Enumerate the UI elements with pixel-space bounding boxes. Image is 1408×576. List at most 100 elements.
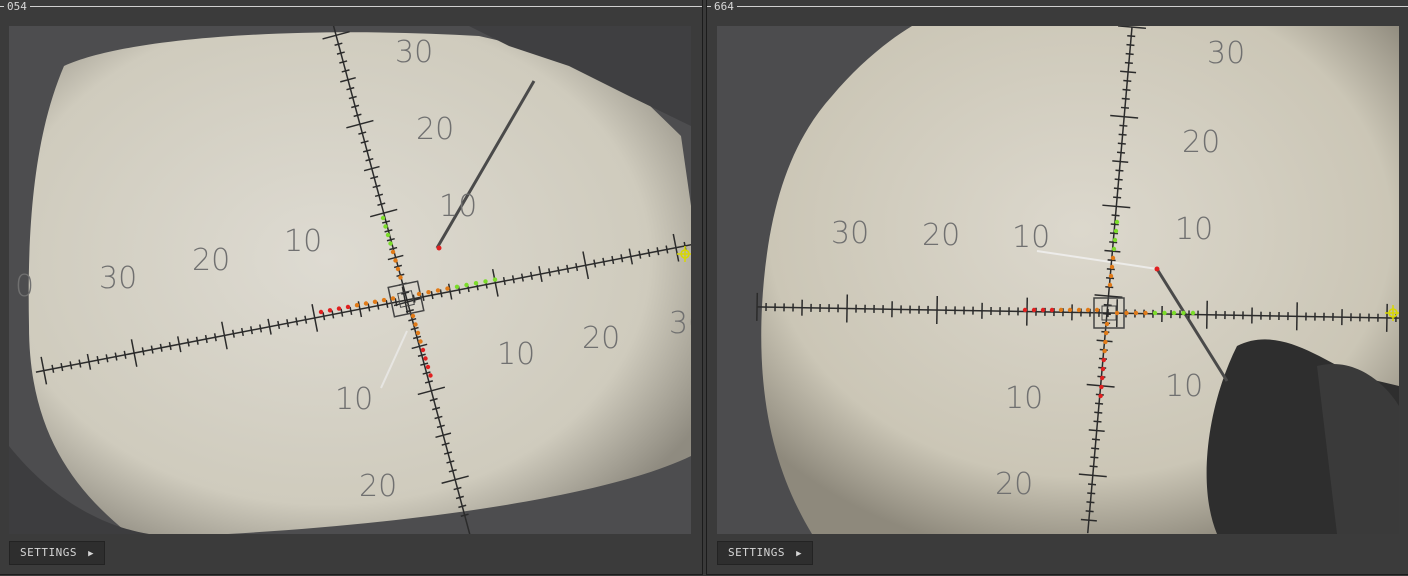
reticle-tick xyxy=(1127,34,1136,38)
marker-dot xyxy=(415,330,421,336)
reticle-tick xyxy=(1087,492,1096,495)
marker-dot xyxy=(1152,310,1158,316)
settings-label: SETTINGS xyxy=(20,546,77,559)
marker-dot xyxy=(1171,310,1177,316)
marker-dot xyxy=(1111,246,1117,252)
camera-panel-left: 054 30 20 10 10 20 3 30 20 10 10 20 0 SE… xyxy=(0,0,703,575)
marker-dot xyxy=(388,241,393,246)
marker-dot xyxy=(1133,310,1139,316)
marker-dot xyxy=(1103,339,1108,345)
reticle-tick xyxy=(1086,501,1095,504)
camera-panel-right: 664 30 20 10 10 30 20 10 10 20 SETTINGS … xyxy=(706,0,1408,575)
marker-dot xyxy=(380,215,386,221)
marker-dot xyxy=(473,281,479,286)
marker-dot xyxy=(1113,228,1119,234)
marker-dot xyxy=(385,232,391,238)
marker-dot xyxy=(445,286,450,291)
reticle-tick xyxy=(1120,106,1130,109)
marker-dot xyxy=(1099,384,1104,390)
marker-dot xyxy=(398,275,403,280)
panel-legend: 054 xyxy=(0,0,702,14)
marker-dot xyxy=(372,299,378,304)
marker-dot xyxy=(336,306,342,311)
camera-image-right: 30 20 10 10 30 20 10 10 20 10 xyxy=(717,26,1399,534)
marker-dot xyxy=(1112,237,1118,243)
marker-dot xyxy=(327,308,333,313)
marker-dot xyxy=(425,364,431,370)
reticle-tick xyxy=(1095,402,1104,405)
h-scale-label: 20 xyxy=(582,321,620,356)
v-scale-label: 10 xyxy=(1165,369,1203,404)
marker-dot xyxy=(393,258,398,263)
marker-dot xyxy=(390,249,396,255)
reticle-tick xyxy=(1121,97,1130,100)
marker-dot xyxy=(1124,310,1129,316)
marker-dot xyxy=(1114,310,1120,316)
marker-dot xyxy=(1104,321,1110,327)
h-scale-label: 20 xyxy=(922,218,960,253)
reticle-tick xyxy=(1117,142,1126,145)
marker-dot xyxy=(1143,310,1148,316)
h-scale-label: 10 xyxy=(284,224,322,259)
reticle-tick xyxy=(1122,88,1131,91)
marker-dot xyxy=(1107,282,1113,288)
reticle-tick xyxy=(1106,268,1115,271)
reticle-tick xyxy=(1123,79,1132,82)
panel-legend: 664 xyxy=(707,0,1408,14)
reticle-tick xyxy=(1126,43,1135,47)
reticle-tick xyxy=(1119,124,1128,127)
marker-dot xyxy=(1108,273,1114,279)
reticle-tick xyxy=(1094,411,1103,414)
marker-dot xyxy=(1102,348,1107,354)
reticle-tick xyxy=(1125,52,1134,56)
marker-dot xyxy=(1067,307,1073,313)
marker-dot xyxy=(354,303,360,308)
camera-id-label: 664 xyxy=(711,0,737,13)
reticle-tick xyxy=(1089,465,1098,468)
h-scale-label: 30 xyxy=(669,306,691,341)
edge-scale-label: 0 xyxy=(15,269,34,304)
marker-dot xyxy=(1100,366,1106,372)
reticle-tick xyxy=(1091,438,1100,441)
reticle-tick xyxy=(1114,178,1123,181)
marker-dot xyxy=(1101,357,1106,363)
camera-id-label: 054 xyxy=(4,0,30,13)
marker-dot xyxy=(381,297,387,303)
marker-dot xyxy=(1049,307,1055,313)
camera-view-left[interactable]: 30 20 10 10 20 30 30 20 10 10 20 0 xyxy=(9,26,691,534)
marker-dot xyxy=(418,339,423,344)
marker-dot xyxy=(1162,310,1167,316)
reticle-tick xyxy=(1102,312,1111,316)
marker-dot xyxy=(1114,219,1120,225)
camera-view-right[interactable]: 30 20 10 10 30 20 10 10 20 10 xyxy=(717,26,1399,534)
reticle-tick xyxy=(1111,214,1120,217)
marker-dot xyxy=(413,322,418,327)
marker-dot xyxy=(1110,255,1116,261)
marker-dot xyxy=(1109,264,1115,270)
h-scale-label: 10 xyxy=(1012,220,1050,255)
h-scale-label: 30 xyxy=(99,261,137,296)
marker-dot xyxy=(1094,307,1100,313)
play-arrow-icon: ▶ xyxy=(796,549,803,559)
marker-dot xyxy=(1022,307,1028,313)
marker-dot xyxy=(318,309,324,315)
v-scale-label: 10 xyxy=(1005,381,1043,416)
legend-rule xyxy=(0,6,702,7)
marker-dot xyxy=(435,288,441,293)
marker-dot xyxy=(483,279,488,284)
marker-dot xyxy=(416,291,422,297)
reticle-tick xyxy=(1093,420,1102,423)
reticle-tick xyxy=(1091,447,1100,450)
marker-dot xyxy=(1104,330,1109,336)
h-scale-label: 30 xyxy=(831,216,869,251)
settings-button[interactable]: SETTINGS ▶ xyxy=(717,541,814,565)
marker-dot xyxy=(1100,375,1105,381)
settings-label: SETTINGS xyxy=(728,546,785,559)
marker-dot xyxy=(363,301,369,306)
settings-button[interactable]: SETTINGS ▶ xyxy=(9,541,106,565)
marker-dot xyxy=(426,290,431,295)
marker-dot xyxy=(383,224,388,229)
reticle-tick xyxy=(1113,187,1122,190)
h-scale-label: 20 xyxy=(192,243,230,278)
marker-dot xyxy=(420,347,426,353)
